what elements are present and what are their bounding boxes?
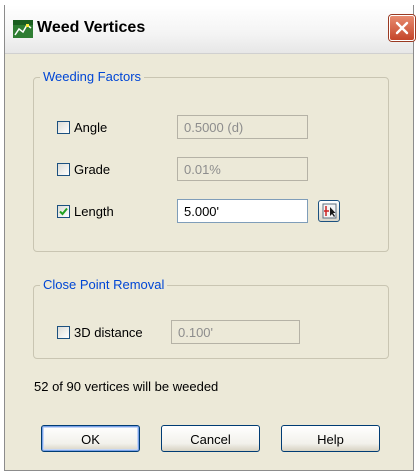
grade-label: Grade	[74, 162, 111, 177]
weeding-factors-legend: Weeding Factors	[40, 69, 145, 84]
weed-vertices-app-icon	[13, 20, 33, 38]
angle-checkbox[interactable]	[57, 121, 70, 134]
pick-length-button[interactable]	[318, 200, 340, 222]
3d-distance-checkbox[interactable]	[57, 326, 70, 339]
grade-field[interactable]	[177, 157, 308, 181]
grade-checkbox[interactable]	[57, 163, 70, 176]
3d-distance-field[interactable]	[171, 320, 300, 344]
weed-status-text: 52 of 90 vertices will be weeded	[34, 379, 219, 394]
length-checkbox[interactable]	[57, 205, 70, 218]
length-label: Length	[74, 204, 114, 219]
angle-label: Angle	[74, 120, 108, 135]
title-bar[interactable]: Weed Vertices	[5, 5, 415, 54]
angle-field[interactable]	[177, 115, 308, 139]
weeding-factors-group: Weeding Factors Angle Grade Length	[33, 69, 389, 252]
weed-vertices-dialog: Weed Vertices Weeding Factors Angle Grad…	[4, 5, 415, 471]
length-field[interactable]	[177, 199, 308, 223]
close-point-removal-group: Close Point Removal 3D distance	[33, 277, 389, 359]
3d-distance-label: 3D distance	[74, 325, 143, 340]
cancel-button[interactable]: Cancel	[161, 425, 260, 452]
window-title: Weed Vertices	[37, 19, 146, 36]
help-button[interactable]: Help	[281, 425, 380, 452]
close-button[interactable]	[389, 15, 415, 41]
close-point-removal-legend: Close Point Removal	[40, 277, 168, 292]
ok-button[interactable]: OK	[41, 425, 140, 452]
